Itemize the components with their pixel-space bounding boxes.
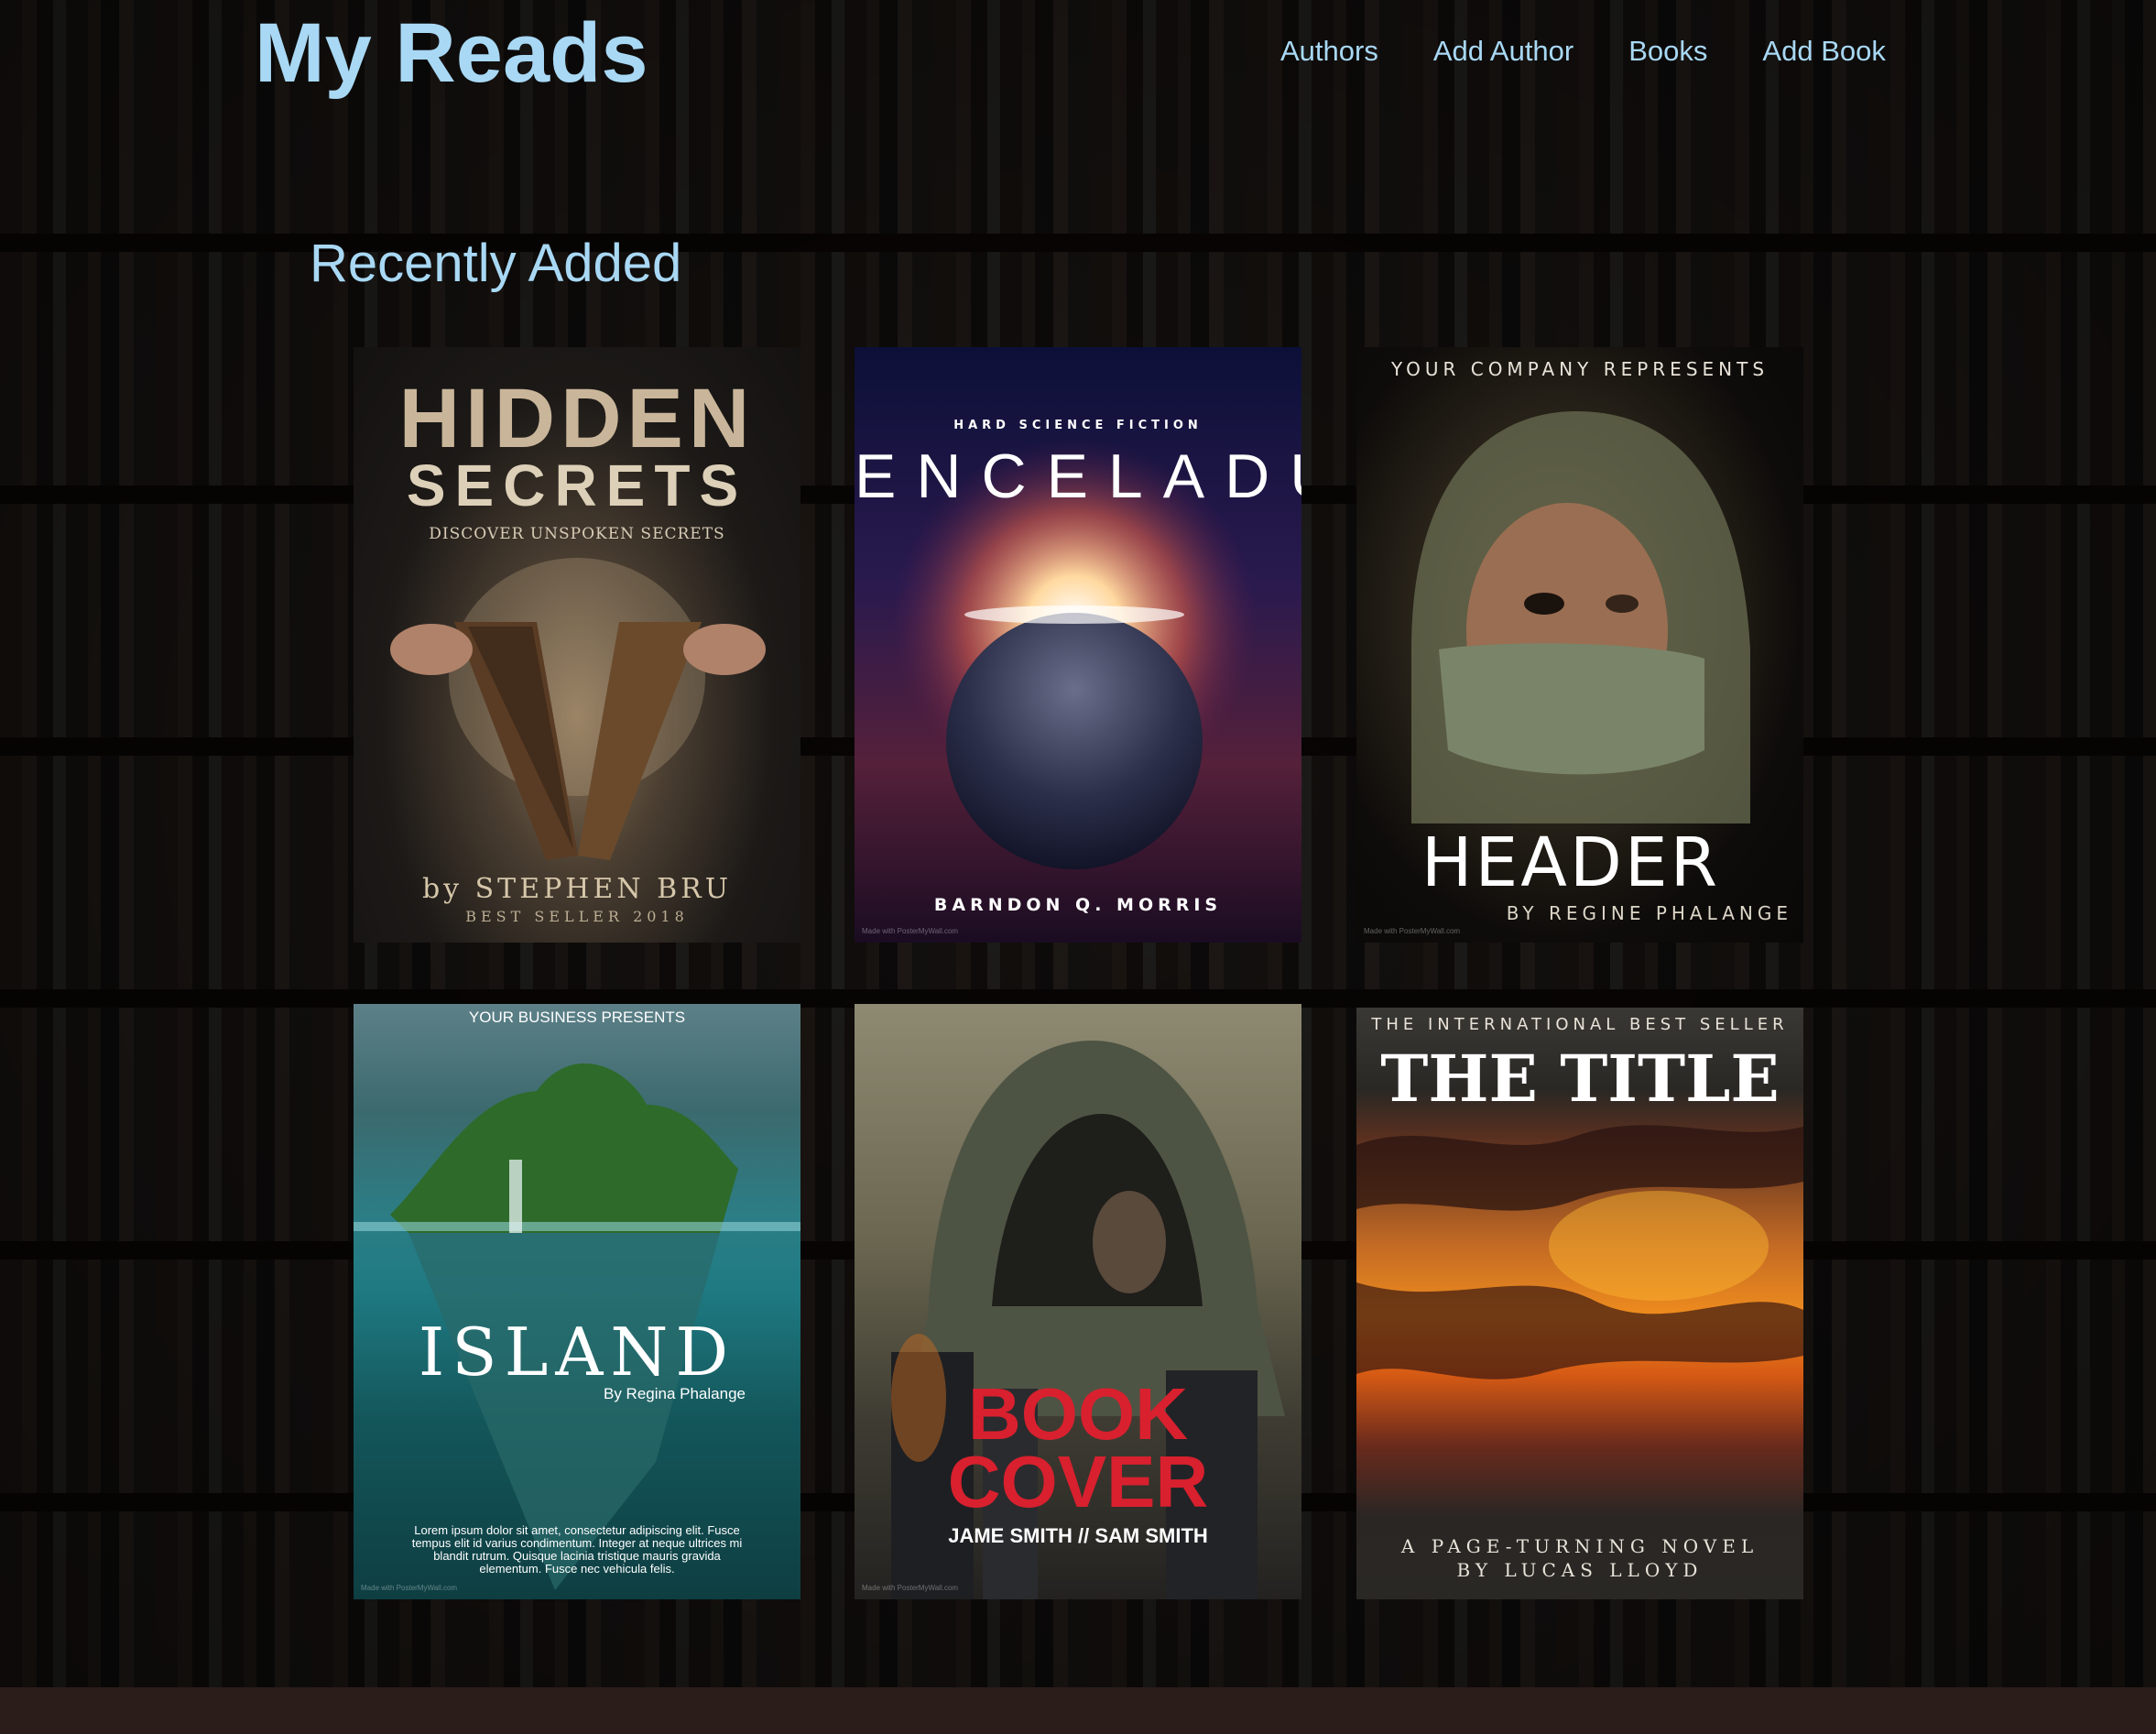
cover-subtitle-line2: BY LUCAS LLOYD <box>1456 1559 1704 1581</box>
cover-author: BARNDON Q. MORRIS <box>933 895 1223 915</box>
book-cover-the-title[interactable]: THE INTERNATIONAL BEST SELLER THE TITLE … <box>1356 1008 1803 1599</box>
floating-island-illustration <box>354 1063 800 1590</box>
cover-author: BY REGINE PHALANGE <box>1506 902 1792 924</box>
book-cover-book-cover[interactable]: BOOK COVER JAME SMITH // SAM SMITH Made … <box>855 1004 1301 1599</box>
cover-title: HEADER <box>1421 823 1721 902</box>
cover-author: By Regina Phalange <box>603 1385 746 1402</box>
cover-title: ENCELADUS <box>855 442 1301 511</box>
cover-tagline: DISCOVER UNSPOKEN SECRETS <box>429 525 725 543</box>
book-cover-hidden-secrets[interactable]: HIDDEN SECRETS DISCOVER UNSPOKEN SECRETS… <box>354 347 800 943</box>
page-bottom-strip <box>0 1687 2156 1734</box>
planet-illustration <box>891 439 1258 869</box>
cover-watermark: Made with PosterMyWall.com <box>361 1584 458 1592</box>
nav-add-book-link[interactable]: Add Book <box>1762 35 1885 68</box>
recently-added-heading: Recently Added <box>310 234 682 293</box>
nav-books-link[interactable]: Books <box>1628 35 1707 68</box>
cover-footer: BEST SELLER 2018 <box>465 908 689 925</box>
cover-title-line2: COVER <box>947 1441 1209 1522</box>
cover-title-line1: BOOK <box>968 1373 1188 1455</box>
cover-author: JAME SMITH // SAM SMITH <box>948 1524 1208 1547</box>
book-cover-enceladus[interactable]: HARD SCIENCE FICTION ENCELADUS BARNDON Q… <box>855 347 1301 943</box>
cover-author: by STEPHEN BRU <box>421 873 733 905</box>
cover-title-line2: SECRETS <box>406 453 748 518</box>
cover-title: ISLAND <box>418 1314 736 1390</box>
cover-presenter: YOUR COMPANY REPRESENTS <box>1390 358 1769 380</box>
cover-watermark: Made with PosterMyWall.com <box>862 1584 959 1592</box>
cover-genre: HARD SCIENCE FICTION <box>953 419 1203 432</box>
main-nav: Authors Add Author Books Add Book <box>1280 35 1886 68</box>
cover-subtitle-line1: A PAGE-TURNING NOVEL <box>1400 1535 1759 1557</box>
cover-watermark: Made with PosterMyWall.com <box>862 927 959 935</box>
book-cover-island[interactable]: YOUR BUSINESS PRESENTS ISLAND By Regina … <box>354 1004 800 1599</box>
nav-authors-link[interactable]: Authors <box>1280 35 1378 68</box>
cover-watermark: Made with PosterMyWall.com <box>1364 927 1461 935</box>
nav-add-author-link[interactable]: Add Author <box>1433 35 1573 68</box>
cover-title: THE TITLE <box>1380 1041 1780 1117</box>
cover-blurb: Lorem ipsum dolor sit amet, consectetur … <box>411 1523 743 1576</box>
site-logo[interactable]: My Reads <box>255 5 648 102</box>
book-cover-header[interactable]: YOUR COMPANY REPRESENTS HEADER BY REGINE… <box>1356 347 1803 943</box>
cover-presenter: YOUR BUSINESS PRESENTS <box>468 1009 686 1026</box>
cover-tagline: THE INTERNATIONAL BEST SELLER <box>1371 1015 1789 1034</box>
